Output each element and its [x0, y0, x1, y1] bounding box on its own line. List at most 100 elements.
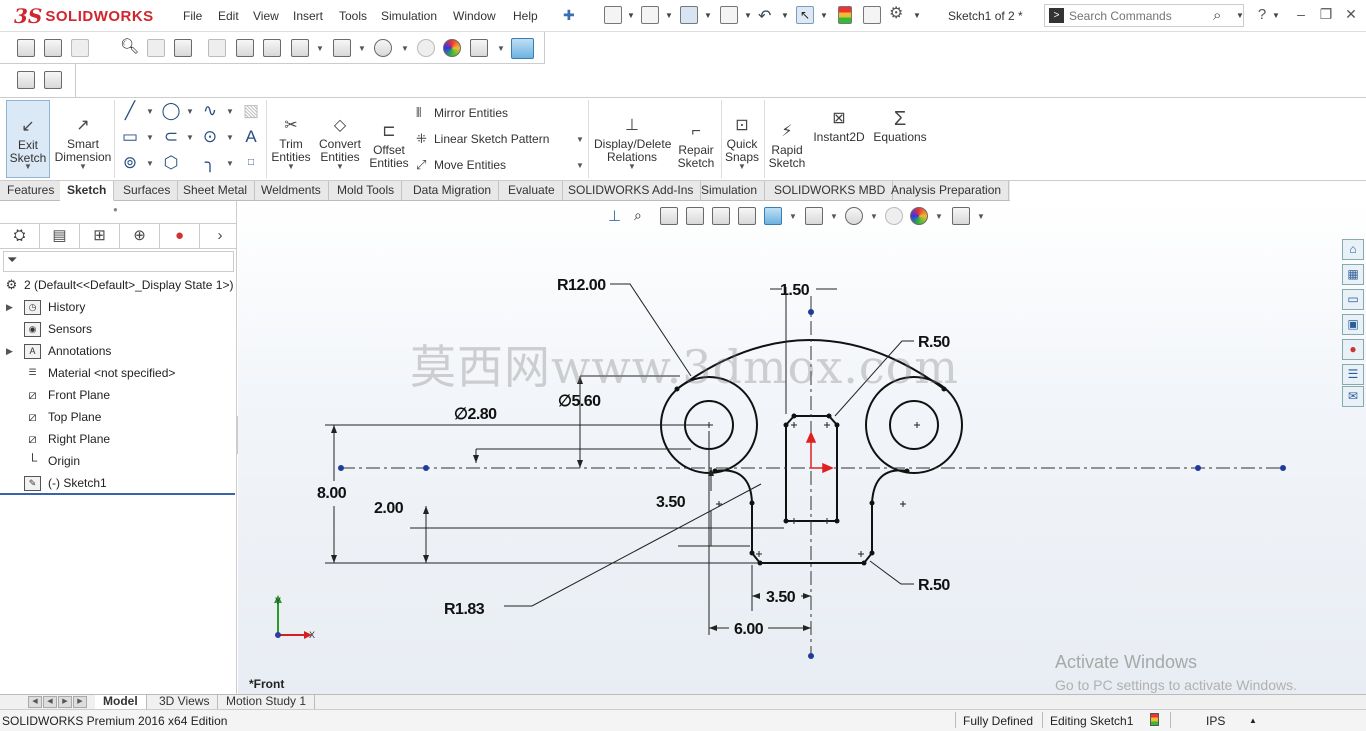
chevron-down-icon[interactable]: ▼ [913, 11, 921, 20]
rapid-sketch-button[interactable]: ⚡︎ Rapid Sketch [766, 110, 808, 170]
restore-icon[interactable]: ❐ [1316, 6, 1336, 23]
chevron-right-icon[interactable]: › [205, 224, 235, 248]
expand-icon[interactable]: ▶ [6, 296, 13, 318]
tab-mold-tools[interactable]: Mold Tools [330, 181, 403, 201]
tab-3d-views[interactable]: 3D Views [151, 695, 219, 709]
chevron-down-icon[interactable]: ▼ [226, 107, 234, 116]
search-input[interactable] [1069, 8, 1209, 24]
menu-simulation[interactable]: Simulation [381, 9, 437, 23]
convert-entities-button[interactable]: ◇ Convert Entities [316, 104, 364, 164]
spline-icon[interactable]: ∿ [199, 101, 221, 121]
tree-item-sensors[interactable]: ◉ Sensors [0, 318, 237, 340]
search-icon[interactable]: ⌕ [1213, 7, 1221, 24]
chevron-down-icon[interactable]: ▼ [497, 44, 505, 53]
print-icon[interactable] [720, 6, 738, 24]
custom-properties-icon[interactable]: ☰ [1342, 364, 1364, 385]
minimize-icon[interactable]: – [1291, 6, 1311, 22]
toolbox-icon[interactable] [17, 71, 35, 89]
chevron-down-icon[interactable]: ▼ [79, 162, 87, 171]
tab-weldments[interactable]: Weldments [254, 181, 329, 201]
chevron-up-icon[interactable]: ▲ [1249, 716, 1257, 725]
filter-box[interactable]: ⏷ [3, 251, 234, 272]
chevron-down-icon[interactable]: ▼ [146, 133, 154, 142]
zoom-to-fit-icon[interactable]: 🔍︎ [120, 39, 139, 57]
file-explorer-icon[interactable]: ▭ [1342, 289, 1364, 310]
chevron-down-icon[interactable]: ▼ [781, 11, 789, 20]
chevron-down-icon[interactable]: ▼ [186, 133, 194, 142]
move-entities-button[interactable]: ⤢ Move Entities [416, 157, 506, 173]
chevron-down-icon[interactable]: ▼ [146, 107, 154, 116]
polygon-icon[interactable]: ⬡ [160, 153, 182, 173]
new-document-icon[interactable] [604, 6, 622, 24]
help-icon[interactable]: ? [1252, 6, 1272, 23]
dynamic-annotation-icon[interactable] [236, 39, 254, 57]
tree-item-origin[interactable]: └ Origin [0, 450, 237, 472]
tab-sketch[interactable]: Sketch [60, 181, 115, 201]
menu-view[interactable]: View [253, 9, 279, 23]
equations-button[interactable]: Σ Equations [871, 109, 929, 144]
chevron-down-icon[interactable]: ▼ [226, 133, 234, 142]
chevron-down-icon[interactable]: ▼ [628, 162, 636, 171]
first-tab-icon[interactable]: ◀ [28, 696, 42, 708]
section-view-icon[interactable] [208, 39, 226, 57]
menu-insert[interactable]: Insert [293, 9, 323, 23]
configuration-manager-tab-icon[interactable]: ⊞ [80, 224, 120, 248]
tab-evaluate[interactable]: Evaluate [501, 181, 563, 201]
screen-capture-icon[interactable] [44, 39, 62, 57]
chevron-down-icon[interactable]: ▼ [24, 162, 32, 171]
zoom-selection-icon[interactable] [263, 39, 281, 57]
chevron-down-icon[interactable]: ▼ [316, 44, 324, 53]
surface-spline-icon[interactable]: ▧ [240, 101, 262, 121]
quick-snaps-button[interactable]: ⊡ Quick Snaps [723, 104, 761, 164]
edit-appearance-icon[interactable] [417, 39, 435, 57]
zoom-to-area-icon[interactable] [147, 39, 165, 57]
next-tab-icon[interactable]: ▶ [58, 696, 72, 708]
rebuild-status-icon[interactable] [1150, 713, 1159, 726]
design-library-icon[interactable]: ▦ [1342, 264, 1364, 285]
text-icon[interactable]: A [240, 127, 262, 147]
home-icon[interactable]: ⌂ [1342, 239, 1364, 260]
slot-icon[interactable]: ⊂ [160, 127, 182, 147]
tab-analysis-preparation[interactable]: Analysis Preparation [884, 181, 1010, 201]
chevron-down-icon[interactable]: ▼ [704, 11, 712, 20]
trim-entities-button[interactable]: ✂ Trim Entities [270, 104, 312, 164]
tab-motion-study-1[interactable]: Motion Study 1 [218, 695, 316, 709]
feature-manager-tab-icon[interactable]: ⛭ [0, 224, 40, 248]
chevron-down-icon[interactable]: ▼ [576, 135, 584, 144]
save-icon[interactable] [680, 6, 698, 24]
forum-icon[interactable]: ✉ [1342, 386, 1364, 407]
menu-tools[interactable]: Tools [339, 9, 367, 23]
record-video-icon[interactable] [71, 39, 89, 57]
offset-entities-button[interactable]: ⊏ Offset Entities [367, 110, 411, 170]
tree-item-history[interactable]: ▶ ◷ History [0, 296, 237, 318]
tree-item-top-plane[interactable]: ⧄ Top Plane [0, 406, 237, 428]
search-commands-box[interactable]: > ⌕ [1044, 4, 1244, 27]
display-manager-tab-icon[interactable]: ● [160, 224, 200, 248]
chevron-down-icon[interactable]: ▼ [146, 159, 154, 168]
tab-sheet-metal[interactable]: Sheet Metal [176, 181, 256, 201]
tree-item-front-plane[interactable]: ⧄ Front Plane [0, 384, 237, 406]
pin-icon[interactable]: ✚ [563, 7, 575, 24]
previous-tab-icon[interactable]: ◀ [43, 696, 57, 708]
previous-view-icon[interactable] [174, 39, 192, 57]
tab-model[interactable]: Model [95, 695, 147, 709]
linear-sketch-pattern-button[interactable]: ⁜ Linear Sketch Pattern [416, 131, 549, 147]
sketch-canvas[interactable]: R12.00 1.50 R.50 ∅2.80 ∅5.60 8.00 2.00 3… [238, 201, 1366, 694]
chevron-down-icon[interactable]: ▼ [576, 161, 584, 170]
units-selector[interactable]: IPS [1206, 714, 1225, 728]
tree-item-right-plane[interactable]: ⧄ Right Plane [0, 428, 237, 450]
fillet-icon[interactable]: ╮ [199, 153, 221, 173]
close-icon[interactable]: ✕ [1341, 6, 1361, 23]
chevron-down-icon[interactable]: ▼ [1272, 11, 1280, 20]
chevron-down-icon[interactable]: ▼ [627, 11, 635, 20]
property-manager-tab-icon[interactable]: ▤ [40, 224, 80, 248]
circle-icon[interactable]: ◯ [160, 101, 182, 121]
appearances-icon[interactable]: ● [1342, 339, 1364, 360]
solidworks-logo[interactable]: 3S SOLIDWORKS [14, 4, 154, 28]
display-style-icon[interactable] [333, 39, 351, 57]
camera-icon[interactable] [17, 39, 35, 57]
repair-sketch-button[interactable]: ⌐ Repair Sketch [676, 110, 716, 170]
view-settings-icon[interactable] [470, 39, 488, 57]
chevron-down-icon[interactable]: ▼ [358, 44, 366, 53]
file-properties-icon[interactable] [863, 6, 881, 24]
